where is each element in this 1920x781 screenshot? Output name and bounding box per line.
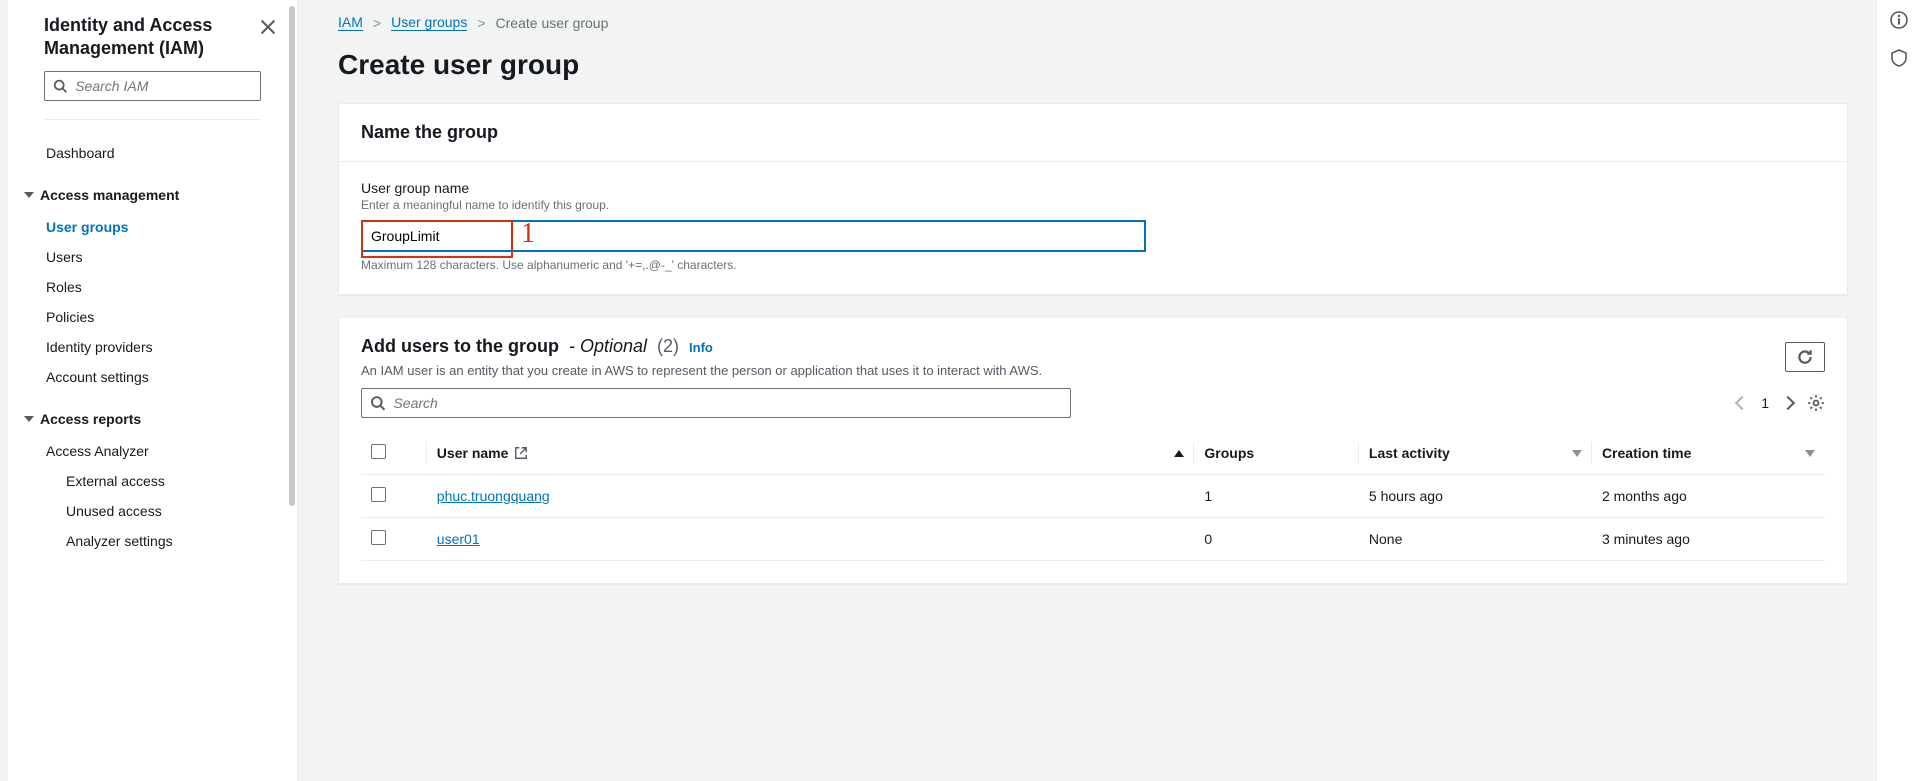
select-all-checkbox[interactable] (371, 444, 386, 459)
col-groups[interactable]: Groups (1204, 445, 1254, 461)
table-row: user01 0 None 3 minutes ago (361, 518, 1825, 561)
nav-roles[interactable]: Roles (8, 272, 297, 302)
shield-icon[interactable] (1889, 48, 1909, 68)
page-prev-icon[interactable] (1735, 396, 1749, 410)
name-group-heading: Name the group (361, 122, 498, 143)
add-users-count: (2) (657, 336, 679, 357)
cell-groups: 1 (1194, 475, 1358, 518)
name-group-panel: Name the group User group name Enter a m… (338, 103, 1848, 295)
nav-identity-providers[interactable]: Identity providers (8, 332, 297, 362)
nav-external-access[interactable]: External access (8, 466, 297, 496)
row-checkbox[interactable] (371, 530, 386, 545)
sidebar-search-input[interactable] (75, 78, 252, 94)
refresh-icon (1796, 348, 1814, 366)
nav-section-label: Access management (40, 187, 179, 203)
nav-user-groups[interactable]: User groups (8, 212, 297, 242)
group-name-label: User group name (361, 180, 1825, 196)
nav-access-analyzer[interactable]: Access Analyzer (8, 436, 297, 466)
sidebar: Identity and Access Management (IAM) Das… (8, 0, 298, 781)
main-content: IAM > User groups > Create user group Cr… (298, 0, 1876, 781)
col-username[interactable]: User name (437, 445, 509, 461)
sort-icon[interactable] (1805, 450, 1815, 457)
group-name-description: Enter a meaningful name to identify this… (361, 198, 1825, 212)
users-table: User name Groups Last activity (361, 432, 1825, 561)
page-title: Create user group (338, 49, 1848, 81)
nav-section-access-reports[interactable]: Access reports (8, 402, 297, 436)
page-number: 1 (1761, 395, 1769, 411)
add-users-panel: Add users to the group - Optional (2) In… (338, 317, 1848, 584)
right-rail (1876, 0, 1920, 781)
cell-creation-time: 3 minutes ago (1592, 518, 1825, 561)
annotation-marker: 1 (521, 218, 535, 250)
search-icon (53, 78, 67, 94)
table-row: phuc.truongquang 1 5 hours ago 2 months … (361, 475, 1825, 518)
nav-account-settings[interactable]: Account settings (8, 362, 297, 392)
nav-dashboard[interactable]: Dashboard (8, 138, 297, 168)
gear-icon[interactable] (1807, 394, 1825, 412)
close-icon[interactable] (259, 18, 277, 36)
breadcrumb: IAM > User groups > Create user group (338, 14, 1848, 31)
col-creation-time[interactable]: Creation time (1602, 445, 1691, 461)
page-next-icon[interactable] (1781, 396, 1795, 410)
col-last-activity[interactable]: Last activity (1369, 445, 1450, 461)
nav-analyzer-settings[interactable]: Analyzer settings (8, 526, 297, 556)
user-search-input[interactable] (393, 395, 1062, 411)
breadcrumb-user-groups[interactable]: User groups (391, 14, 467, 31)
refresh-button[interactable] (1785, 342, 1825, 372)
group-name-hint: Maximum 128 characters. Use alphanumeric… (361, 258, 1825, 272)
search-icon (370, 395, 385, 411)
sort-icon[interactable] (1572, 450, 1582, 457)
sidebar-scrollbar[interactable] (289, 6, 295, 506)
nav-policies[interactable]: Policies (8, 302, 297, 332)
nav-section-access-management[interactable]: Access management (8, 178, 297, 212)
chevron-down-icon (24, 192, 34, 198)
user-link[interactable]: user01 (437, 531, 480, 547)
breadcrumb-iam[interactable]: IAM (338, 14, 363, 31)
nav-unused-access[interactable]: Unused access (8, 496, 297, 526)
chevron-down-icon (24, 416, 34, 422)
external-link-icon (514, 446, 528, 460)
chevron-right-icon: > (373, 15, 381, 31)
breadcrumb-current: Create user group (496, 15, 609, 31)
chevron-right-icon: > (477, 15, 485, 31)
add-users-description: An IAM user is an entity that you create… (361, 363, 1042, 378)
user-link[interactable]: phuc.truongquang (437, 488, 550, 504)
sort-asc-icon[interactable] (1174, 450, 1184, 457)
user-search[interactable] (361, 388, 1071, 418)
add-users-heading: Add users to the group (361, 336, 559, 357)
pagination: 1 (1737, 394, 1825, 412)
cell-groups: 0 (1194, 518, 1358, 561)
info-link[interactable]: Info (689, 340, 713, 355)
cell-creation-time: 2 months ago (1592, 475, 1825, 518)
info-icon[interactable] (1889, 10, 1909, 30)
add-users-optional: - Optional (569, 336, 647, 357)
group-name-input[interactable] (361, 220, 1146, 252)
nav-users[interactable]: Users (8, 242, 297, 272)
nav-section-label: Access reports (40, 411, 141, 427)
sidebar-search[interactable] (44, 71, 261, 101)
sidebar-title: Identity and Access Management (IAM) (44, 14, 259, 61)
cell-last-activity: 5 hours ago (1359, 475, 1592, 518)
row-checkbox[interactable] (371, 487, 386, 502)
cell-last-activity: None (1359, 518, 1592, 561)
